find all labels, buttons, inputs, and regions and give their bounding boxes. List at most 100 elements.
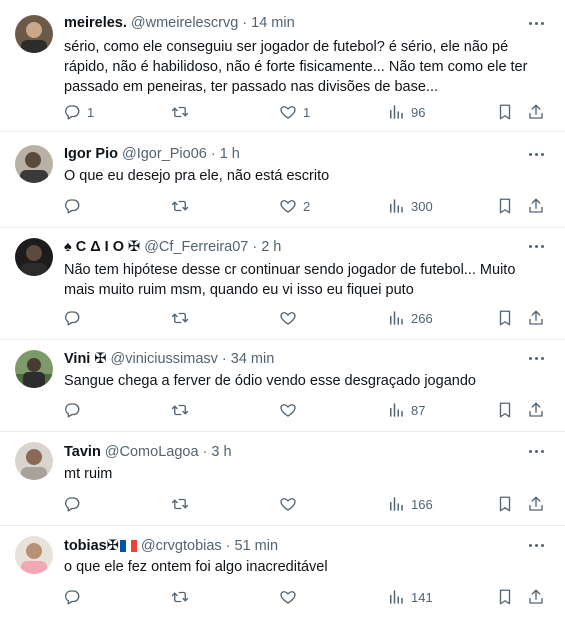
retweet-button[interactable] bbox=[171, 586, 195, 608]
share-button[interactable] bbox=[527, 195, 545, 217]
views-icon bbox=[390, 497, 403, 511]
tweet-header: Vini ✠ @viniciussimasv · 34 min bbox=[64, 349, 525, 369]
share-button[interactable] bbox=[527, 493, 545, 515]
views-button[interactable]: 166 bbox=[387, 493, 433, 515]
more-icon[interactable] bbox=[527, 145, 545, 163]
avatar[interactable] bbox=[15, 536, 53, 574]
tweet-header: Igor Pio @Igor_Pio06 · 1 h bbox=[64, 144, 525, 164]
share-button[interactable] bbox=[527, 101, 545, 123]
views-button[interactable]: 87 bbox=[387, 399, 425, 421]
reply-icon bbox=[65, 403, 80, 418]
like-button[interactable] bbox=[279, 493, 303, 515]
more-icon[interactable] bbox=[527, 536, 545, 554]
timestamp[interactable]: 1 h bbox=[220, 146, 240, 162]
user-handle[interactable]: @crvgtobias bbox=[141, 538, 222, 554]
retweet-button[interactable] bbox=[171, 307, 195, 329]
tweet[interactable]: tobias✠ @crvgtobias · 51 min o que ele f… bbox=[0, 526, 565, 617]
bookmark-button[interactable] bbox=[496, 307, 514, 329]
views-button[interactable]: 141 bbox=[387, 586, 433, 608]
views-icon bbox=[390, 105, 403, 119]
avatar[interactable] bbox=[15, 442, 53, 480]
like-button[interactable]: 2 bbox=[279, 195, 310, 217]
like-button[interactable] bbox=[279, 399, 303, 421]
share-button[interactable] bbox=[527, 399, 545, 421]
share-button[interactable] bbox=[527, 586, 545, 608]
avatar[interactable] bbox=[15, 350, 53, 388]
display-name[interactable]: tobias✠ bbox=[64, 538, 119, 554]
display-name[interactable]: Igor Pio bbox=[64, 146, 118, 162]
user-handle[interactable]: @Cf_Ferreira07 bbox=[144, 239, 248, 255]
bookmark-button[interactable] bbox=[496, 586, 514, 608]
tweet[interactable]: Igor Pio @Igor_Pio06 · 1 h O que eu dese… bbox=[0, 132, 565, 228]
avatar[interactable] bbox=[15, 145, 53, 183]
user-handle[interactable]: @ComoLagoa bbox=[105, 444, 199, 460]
tweet[interactable]: meireles. @wmeirelescrvg · 14 min sério,… bbox=[0, 0, 565, 132]
retweet-button[interactable] bbox=[171, 399, 195, 421]
separator-dot: · bbox=[225, 538, 231, 554]
reply-icon bbox=[65, 105, 80, 120]
bookmark-button[interactable] bbox=[496, 195, 514, 217]
display-name[interactable]: ♠ C Δ I O ✠ bbox=[64, 239, 140, 255]
views-icon bbox=[390, 403, 403, 417]
view-count: 166 bbox=[411, 496, 433, 512]
views-button[interactable]: 300 bbox=[387, 195, 433, 217]
timestamp[interactable]: 14 min bbox=[251, 15, 295, 31]
reply-button[interactable] bbox=[63, 493, 87, 515]
display-name[interactable]: Vini ✠ bbox=[64, 351, 107, 367]
user-handle[interactable]: @viniciussimasv bbox=[111, 351, 218, 367]
tweet[interactable]: Tavin @ComoLagoa · 3 h mt ruim 166 bbox=[0, 432, 565, 526]
more-icon[interactable] bbox=[527, 14, 545, 32]
heart-icon bbox=[280, 498, 296, 511]
heart-icon bbox=[280, 404, 296, 417]
bookmark-icon bbox=[499, 310, 511, 326]
like-button[interactable] bbox=[279, 307, 303, 329]
heart-icon bbox=[280, 591, 296, 604]
heart-icon bbox=[280, 106, 296, 119]
reply-feed: meireles. @wmeirelescrvg · 14 min sério,… bbox=[0, 0, 565, 617]
timestamp[interactable]: 2 h bbox=[261, 239, 281, 255]
more-icon[interactable] bbox=[527, 349, 545, 367]
tweet-text: mt ruim bbox=[64, 466, 113, 482]
action-bar: 266 bbox=[0, 307, 565, 329]
views-icon bbox=[390, 590, 403, 604]
avatar[interactable] bbox=[15, 238, 53, 276]
timestamp[interactable]: 3 h bbox=[211, 444, 231, 460]
like-button[interactable]: 1 bbox=[279, 101, 310, 123]
reply-button[interactable] bbox=[63, 586, 87, 608]
display-name[interactable]: meireles. bbox=[64, 15, 127, 31]
more-icon[interactable] bbox=[527, 442, 545, 460]
tweet[interactable]: ♠ C Δ I O ✠ @Cf_Ferreira07 · 2 h Não tem… bbox=[0, 228, 565, 340]
action-bar: 141 bbox=[0, 586, 565, 608]
retweet-button[interactable] bbox=[171, 101, 195, 123]
action-bar: 166 bbox=[0, 493, 565, 515]
avatar[interactable] bbox=[15, 15, 53, 53]
view-count: 96 bbox=[411, 104, 426, 120]
view-count: 141 bbox=[411, 589, 433, 605]
retweet-button[interactable] bbox=[171, 195, 195, 217]
share-icon bbox=[529, 589, 543, 604]
views-button[interactable]: 266 bbox=[387, 307, 433, 329]
like-button[interactable] bbox=[279, 586, 303, 608]
reply-icon bbox=[65, 590, 80, 605]
separator-dot: · bbox=[252, 239, 258, 255]
more-icon[interactable] bbox=[527, 237, 545, 255]
timestamp[interactable]: 34 min bbox=[231, 351, 275, 367]
user-handle[interactable]: @wmeirelescrvg bbox=[131, 15, 238, 31]
timestamp[interactable]: 51 min bbox=[235, 538, 279, 554]
reply-button[interactable] bbox=[63, 307, 87, 329]
retweet-button[interactable] bbox=[171, 493, 195, 515]
tweet[interactable]: Vini ✠ @viniciussimasv · 34 min Sangue c… bbox=[0, 340, 565, 432]
bookmark-button[interactable] bbox=[496, 399, 514, 421]
share-icon bbox=[529, 496, 543, 511]
reply-button[interactable]: 1 bbox=[63, 101, 94, 123]
user-handle[interactable]: @Igor_Pio06 bbox=[122, 146, 207, 162]
display-name[interactable]: Tavin bbox=[64, 444, 101, 460]
reply-button[interactable] bbox=[63, 399, 87, 421]
bookmark-button[interactable] bbox=[496, 101, 514, 123]
share-button[interactable] bbox=[527, 307, 545, 329]
separator-dot: · bbox=[202, 444, 208, 460]
bookmark-button[interactable] bbox=[496, 493, 514, 515]
views-button[interactable]: 96 bbox=[387, 101, 425, 123]
reply-button[interactable] bbox=[63, 195, 87, 217]
action-bar: 2 300 bbox=[0, 195, 565, 217]
